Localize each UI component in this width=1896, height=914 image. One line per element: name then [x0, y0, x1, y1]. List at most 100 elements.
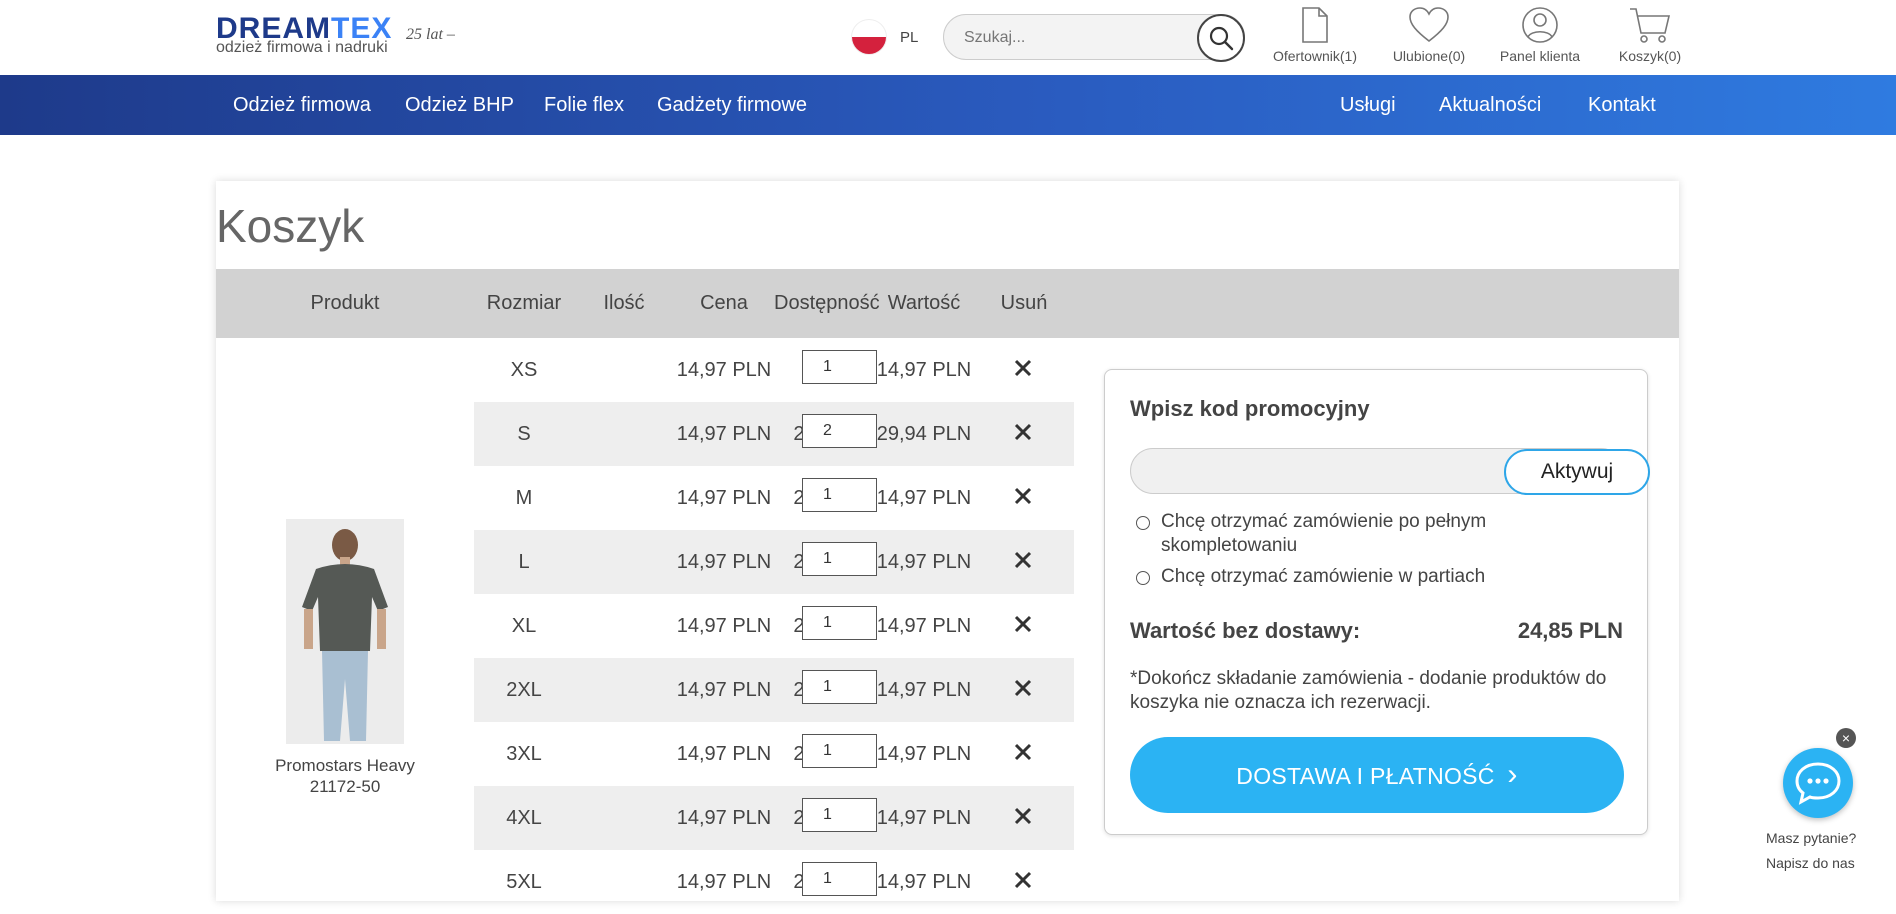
remove-icon[interactable]	[1011, 612, 1035, 636]
size-cell: 5XL	[506, 871, 542, 893]
nav-item-folie-flex[interactable]: Folie flex	[544, 75, 624, 135]
remove-icon[interactable]	[1011, 484, 1035, 508]
value-cell: 14,97 PLN	[876, 551, 972, 573]
size-cell: XL	[511, 615, 537, 637]
chat-caption[interactable]: Masz pytanie? Napisz do nas	[1766, 826, 1856, 876]
search-input[interactable]	[964, 25, 1184, 51]
nav-item-odziez-firmowa[interactable]: Odzież firmowa	[233, 75, 371, 135]
remove-icon[interactable]	[1011, 420, 1035, 444]
size-cell: 2XL	[506, 679, 542, 701]
heart-icon	[1409, 7, 1449, 43]
search-box	[943, 14, 1245, 62]
table-row: S14,97 PLN2-3 dni29,94 PLN	[474, 402, 1074, 466]
price-cell: 14,97 PLN	[676, 423, 772, 445]
quantity-input[interactable]	[802, 606, 877, 640]
chat-button[interactable]	[1783, 748, 1853, 818]
cart-icon	[1630, 8, 1671, 43]
radio-full-order[interactable]	[1136, 516, 1150, 530]
quantity-input[interactable]	[802, 734, 877, 768]
price-cell: 14,97 PLN	[676, 487, 772, 509]
promo-code-field[interactable]: Aktywuj	[1130, 448, 1650, 495]
value-cell: 14,97 PLN	[876, 743, 972, 765]
price-cell: 14,97 PLN	[676, 359, 772, 381]
client-panel-link[interactable]: Panel klienta	[1490, 6, 1590, 64]
document-icon	[1302, 7, 1328, 43]
total-label: Wartość bez dostawy:	[1130, 618, 1361, 643]
cart-label: Koszyk(0)	[1618, 48, 1682, 64]
page-title: Koszyk	[216, 200, 365, 252]
remove-icon[interactable]	[1011, 868, 1035, 892]
remove-icon[interactable]	[1011, 676, 1035, 700]
remove-icon[interactable]	[1011, 356, 1035, 380]
quantity-input[interactable]	[802, 542, 877, 576]
favorites-link[interactable]: Ulubione(0)	[1385, 6, 1473, 64]
remove-icon[interactable]	[1011, 548, 1035, 572]
remove-icon[interactable]	[1011, 740, 1035, 764]
column-header-price: Cena	[700, 292, 748, 314]
nav-item-kontakt[interactable]: Kontakt	[1588, 75, 1656, 135]
table-row: M14,97 PLN2-3 dni14,97 PLN	[474, 466, 1074, 530]
size-cell: XS	[510, 359, 538, 381]
nav-item-gadzety-firmowe[interactable]: Gadżety firmowe	[657, 75, 807, 135]
product-name-line1: Promostars Heavy	[275, 756, 415, 775]
value-cell: 14,97 PLN	[876, 807, 972, 829]
nav-item-uslugi[interactable]: Usługi	[1340, 75, 1396, 135]
remove-icon[interactable]	[1011, 804, 1035, 828]
value-cell: 14,97 PLN	[876, 487, 972, 509]
nav-item-aktualnosci[interactable]: Aktualności	[1439, 75, 1541, 135]
chat-caption-line1: Masz pytanie?	[1766, 830, 1857, 846]
client-panel-label: Panel klienta	[1499, 48, 1581, 64]
product-name[interactable]: Promostars Heavy 21172-50	[216, 755, 474, 797]
delivery-payment-button[interactable]: DOSTAWA I PŁATNOŚĆ ›	[1130, 737, 1624, 813]
reservation-note: *Dokończ składanie zamówienia - dodanie …	[1130, 668, 1607, 713]
activate-button[interactable]: Aktywuj	[1504, 449, 1650, 495]
quantity-input[interactable]	[802, 670, 877, 704]
site-logo[interactable]: DREAMTEX odzież firmowa i nadruki 25 lat…	[216, 12, 466, 58]
quantity-input[interactable]	[802, 798, 877, 832]
column-header-availability: Dostępność	[774, 292, 880, 314]
price-cell: 14,97 PLN	[676, 551, 772, 573]
price-cell: 14,97 PLN	[676, 807, 772, 829]
table-row: 2XL14,97 PLN2-3 dni14,97 PLN	[474, 658, 1074, 722]
column-header-remove: Usuń	[1000, 292, 1048, 314]
value-cell: 14,97 PLN	[876, 871, 972, 893]
price-cell: 14,97 PLN	[676, 679, 772, 701]
price-cell: 14,97 PLN	[676, 871, 772, 893]
nav-item-odziez-bhp[interactable]: Odzież BHP	[405, 75, 514, 135]
favorites-label: Ulubione(0)	[1392, 48, 1466, 64]
product-image[interactable]	[286, 519, 404, 744]
cart-panel: Koszyk Produkt Rozmiar Ilość Cena Dostęp…	[216, 181, 1679, 901]
table-row: 4XL14,97 PLN2-3 dni14,97 PLN	[474, 786, 1074, 850]
radio-partial-order-label[interactable]: Chcę otrzymać zamówienie w partiach	[1161, 565, 1601, 589]
ofertownik-link[interactable]: Ofertownik(1)	[1265, 6, 1365, 64]
product-code: 21172-50	[309, 777, 381, 796]
total-value: 24,85 PLN	[1517, 618, 1623, 643]
quantity-input[interactable]	[802, 414, 877, 448]
chat-caption-line2: Napisz do nas	[1766, 855, 1855, 871]
chat-close-button[interactable]: ×	[1836, 728, 1856, 748]
poland-flag-icon	[852, 20, 886, 54]
quantity-input[interactable]	[802, 478, 877, 512]
table-row: 5XL14,97 PLN2-3 dni14,97 PLN	[474, 850, 1074, 914]
chevron-right-icon: ›	[1507, 758, 1518, 791]
language-switcher[interactable]: PL	[852, 20, 918, 54]
search-button[interactable]	[1197, 14, 1245, 62]
quantity-input[interactable]	[802, 862, 877, 896]
logo-years-text: 25 lat	[406, 26, 443, 43]
column-header-size: Rozmiar	[486, 292, 562, 314]
cart-table-header: Produkt Rozmiar Ilość Cena Dostępność Wa…	[216, 269, 1679, 338]
column-header-value: Wartość	[887, 292, 961, 314]
promo-title: Wpisz kod promocyjny	[1130, 396, 1370, 421]
size-cell: 3XL	[506, 743, 542, 765]
cart-link[interactable]: Koszyk(0)	[1605, 6, 1695, 64]
quantity-input[interactable]	[802, 350, 877, 384]
ofertownik-label: Ofertownik(1)	[1272, 48, 1358, 64]
size-cell: M	[515, 487, 533, 509]
radio-partial-order[interactable]	[1136, 571, 1150, 585]
value-cell: 14,97 PLN	[876, 615, 972, 637]
delivery-payment-label: DOSTAWA I PŁATNOŚĆ	[1236, 763, 1495, 789]
radio-full-order-label[interactable]: Chcę otrzymać zamówienie po pełnym skomp…	[1161, 510, 1601, 558]
size-cell: L	[518, 551, 530, 573]
main-navigation: Odzież firmowa Odzież BHP Folie flex Gad…	[0, 75, 1896, 135]
top-header: DREAMTEX odzież firmowa i nadruki 25 lat…	[0, 0, 1896, 75]
